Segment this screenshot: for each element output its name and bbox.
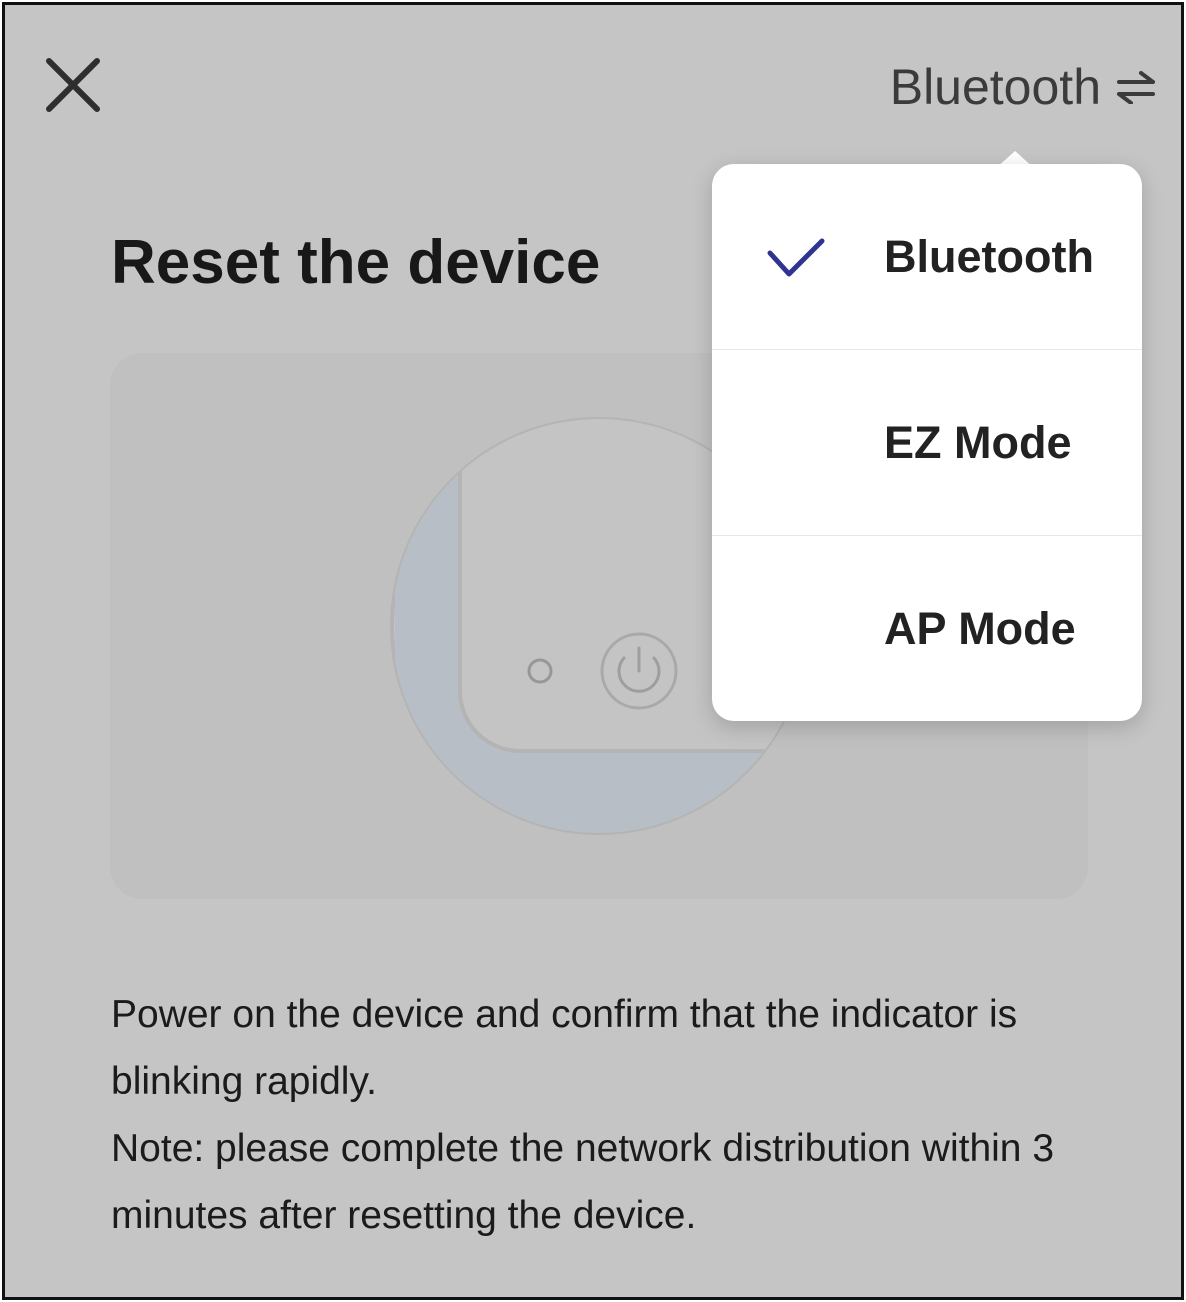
menu-item-ez-mode[interactable]: EZ Mode: [712, 349, 1142, 535]
menu-item-label: EZ Mode: [884, 416, 1072, 468]
menu-item-label: AP Mode: [884, 602, 1076, 654]
mode-menu: Bluetooth EZ Mode AP Mode: [712, 164, 1142, 721]
app-window: Bluetooth Reset the device Power on the …: [2, 2, 1184, 1300]
menu-item-bluetooth[interactable]: Bluetooth: [712, 164, 1142, 349]
menu-item-label: Bluetooth: [884, 230, 1094, 282]
reset-device-screen: Bluetooth Reset the device Power on the …: [5, 5, 1181, 1297]
menu-item-ap-mode[interactable]: AP Mode: [712, 535, 1142, 721]
checkmark-icon: [767, 238, 825, 277]
